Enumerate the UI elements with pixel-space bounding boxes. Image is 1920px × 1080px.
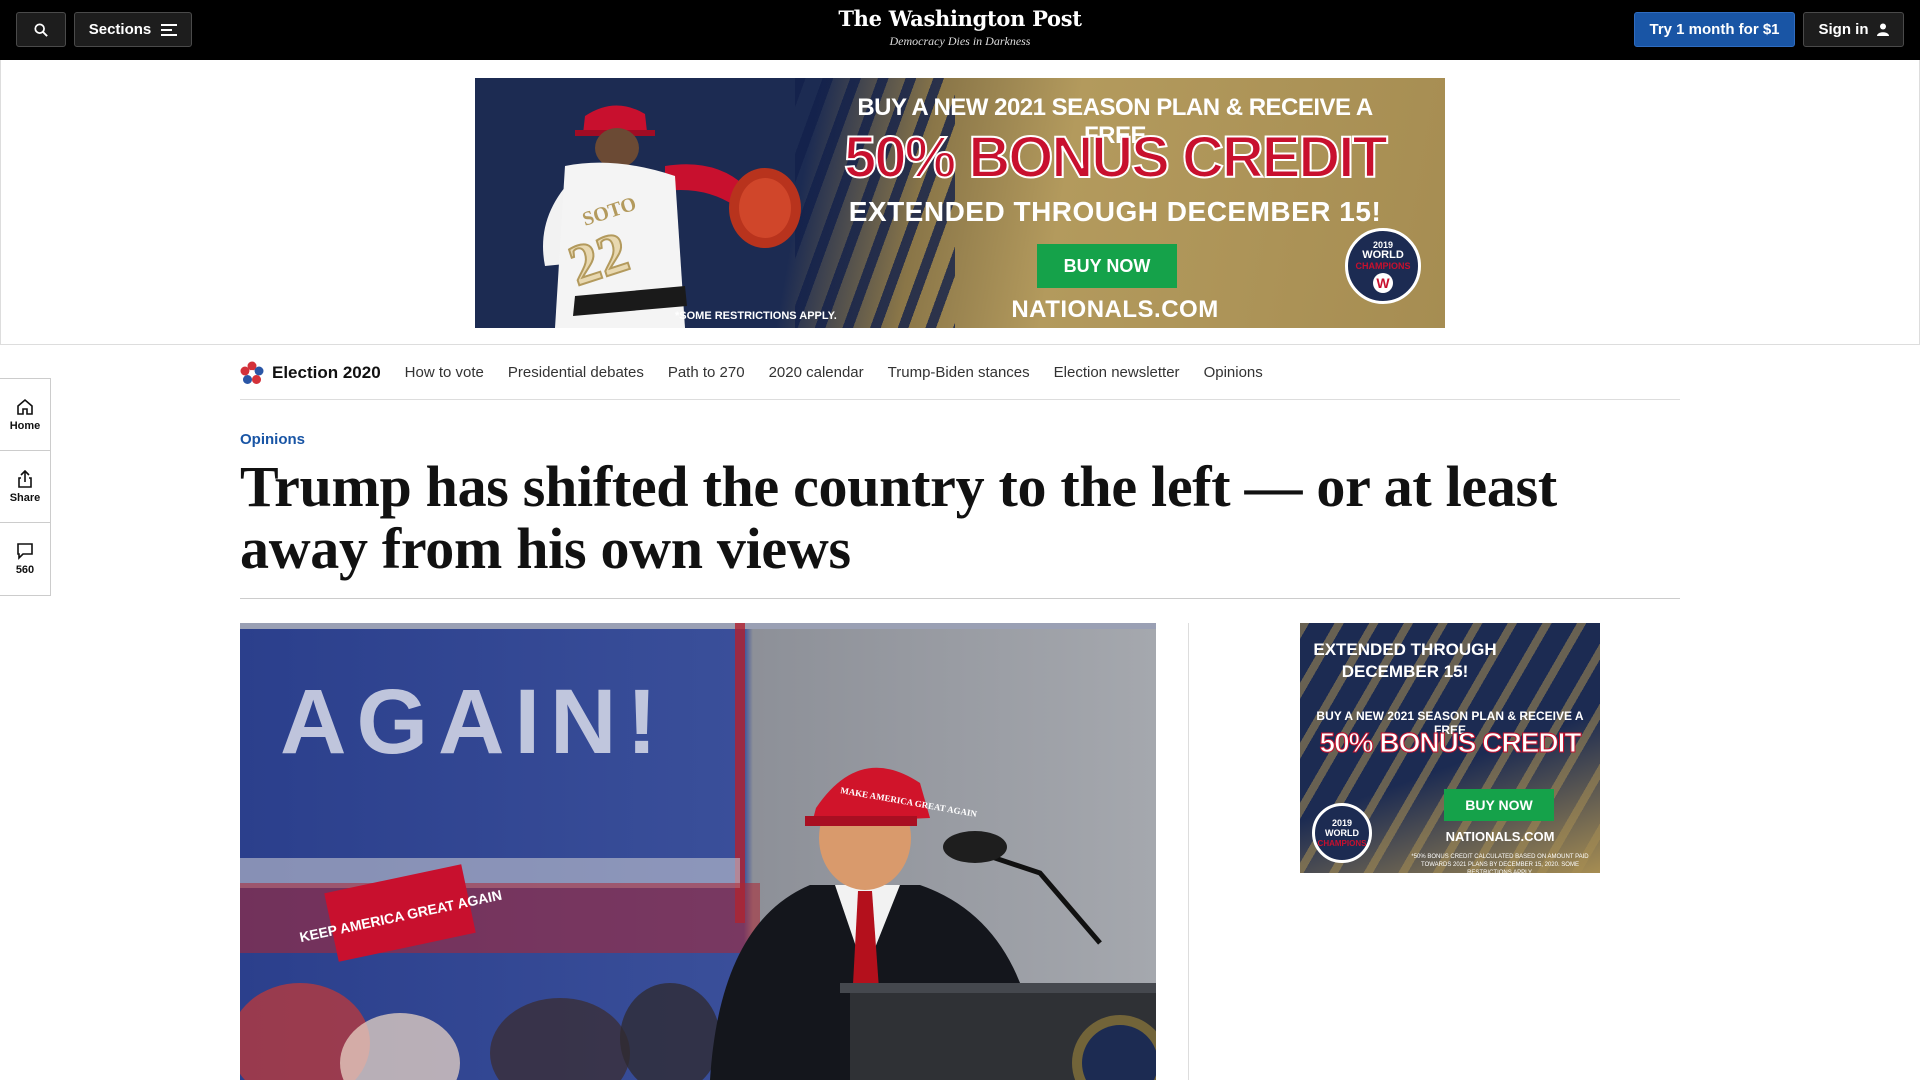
left-share-rail: Home Share 560 xyxy=(0,378,51,596)
rail-comments-count: 560 xyxy=(15,564,35,576)
rail-home-label: Home xyxy=(9,419,41,432)
lead-photo: AGAIN! KEEP AMERICA GREAT AGAIN MAKE AME… xyxy=(240,623,1156,1080)
side-ad-bonus: 50% BONUS CREDIT xyxy=(1319,727,1582,759)
side-ad-site: NATIONALS.COM xyxy=(1445,829,1555,844)
sections-menu-button[interactable]: Sections xyxy=(74,12,192,47)
column-divider xyxy=(1188,623,1189,1080)
world-champions-seal: 2019 WORLD CHAMPIONS W xyxy=(1345,228,1421,304)
ad-restrictions-text: *SOME RESTRICTIONS APPLY. xyxy=(675,310,837,322)
sign-in-label: Sign in xyxy=(1818,21,1869,38)
share-icon xyxy=(18,469,32,488)
rail-share-label: Share xyxy=(9,491,41,504)
search-button[interactable] xyxy=(16,12,66,47)
seal-year: 2019 xyxy=(1372,239,1394,250)
subscribe-trial-button[interactable]: Try 1 month for $1 xyxy=(1634,12,1795,47)
side-seal-year: 2019 xyxy=(1331,817,1353,828)
ad-buy-now-button[interactable]: BUY NOW xyxy=(1037,244,1177,288)
site-tagline: Democracy Dies in Darkness xyxy=(889,34,1031,48)
seal-line2: CHAMPIONS xyxy=(1355,260,1411,271)
side-ad-extended: EXTENDED THROUGH DECEMBER 15! xyxy=(1313,640,1497,681)
nav-link-how-to-vote[interactable]: How to vote xyxy=(405,364,484,381)
nav-link-trump-biden-stances[interactable]: Trump-Biden stances xyxy=(888,364,1030,381)
ad-site-text: NATIONALS.COM xyxy=(1011,296,1219,323)
nav-link-path-to-270[interactable]: Path to 270 xyxy=(668,364,745,381)
comment-icon xyxy=(17,543,33,560)
nav-link-election-newsletter[interactable]: Election newsletter xyxy=(1054,364,1180,381)
masthead-logo[interactable]: The Washington Post Democracy Dies in Da… xyxy=(760,4,1160,48)
user-icon xyxy=(1876,23,1889,36)
home-icon xyxy=(17,398,33,415)
side-world-champions-seal: 2019 WORLD CHAMPIONS xyxy=(1312,803,1372,863)
nav-link-2020-calendar[interactable]: 2020 calendar xyxy=(769,364,864,381)
ad-headline-bonus: 50% BONUS CREDIT xyxy=(843,124,1389,191)
nationals-banner-ad[interactable]: SOTO 22 BUY A NEW 2021 SEASON PLAN & REC… xyxy=(475,78,1445,328)
top-navigation-bar: Sections The Washington Post Democracy D… xyxy=(0,0,1920,60)
sign-in-button[interactable]: Sign in xyxy=(1803,12,1904,47)
nationals-logo-icon: W xyxy=(1373,272,1393,293)
side-seal-line2: CHAMPIONS xyxy=(1317,838,1367,848)
section-title[interactable]: Election 2020 xyxy=(272,363,381,383)
side-ad-buy-now-button[interactable]: BUY NOW xyxy=(1444,789,1554,821)
ad-headline-extended: EXTENDED THROUGH DECEMBER 15! xyxy=(848,196,1382,227)
nav-link-presidential-debates[interactable]: Presidential debates xyxy=(508,364,644,381)
baseball-player-image: SOTO 22 xyxy=(543,105,801,328)
seal-line1: WORLD xyxy=(1362,248,1404,261)
headline-divider xyxy=(240,598,1680,599)
article-headline: Trump has shifted the country to the lef… xyxy=(240,454,1557,581)
search-icon xyxy=(34,22,48,37)
election-section-nav: Election 2020 How to vote Presidential d… xyxy=(240,346,1680,400)
lead-photo-image: AGAIN! KEEP AMERICA GREAT AGAIN MAKE AME… xyxy=(240,623,1156,1080)
article-kicker[interactable]: Opinions xyxy=(240,431,305,448)
nationals-side-ad[interactable]: EXTENDED THROUGH DECEMBER 15! BUY A NEW … xyxy=(1300,623,1600,873)
photo-banner-text: AGAIN! xyxy=(280,671,667,773)
rail-share-button[interactable]: Share xyxy=(0,451,50,523)
side-ad-fine-print: *50% BONUS CREDIT CALCULATED BASED ON AM… xyxy=(1411,854,1589,873)
side-seal-line1: WORLD xyxy=(1325,827,1359,838)
rail-comments-button[interactable]: 560 xyxy=(0,523,50,595)
rail-home-button[interactable]: Home xyxy=(0,379,50,451)
site-logo: The Washington Post xyxy=(838,6,1082,31)
nav-link-opinions[interactable]: Opinions xyxy=(1204,364,1263,381)
election-star-icon xyxy=(240,361,264,384)
hamburger-icon xyxy=(161,23,178,36)
sections-label: Sections xyxy=(88,21,152,38)
